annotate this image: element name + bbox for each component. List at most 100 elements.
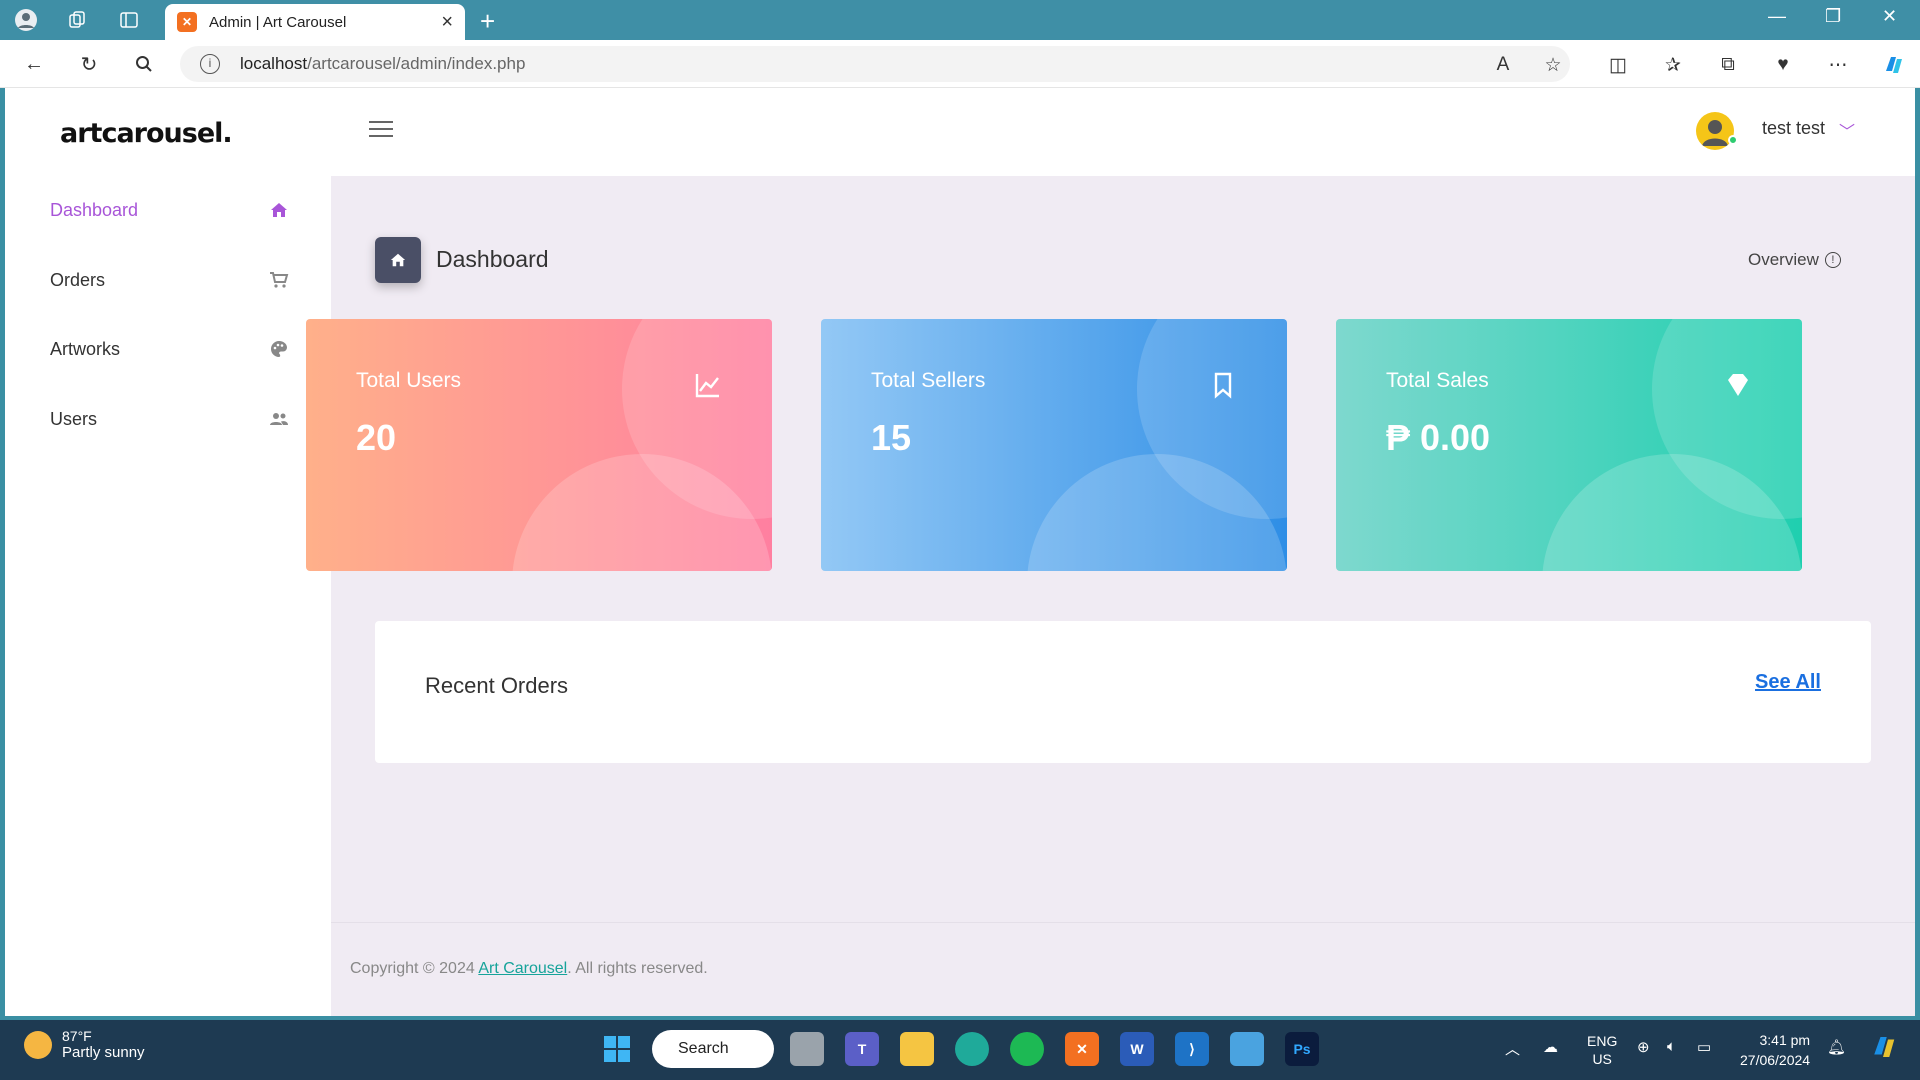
footer-link[interactable]: Art Carousel <box>478 960 567 977</box>
footer: Copyright © 2024 Art Carousel. All right… <box>350 960 708 978</box>
split-screen-icon[interactable]: ◫ <box>1605 52 1631 78</box>
profile-icon[interactable] <box>14 8 38 32</box>
close-window-icon[interactable]: ✕ <box>1882 6 1897 27</box>
clock-time: 3:41 pm <box>1759 1032 1811 1048</box>
notifications-icon[interactable]: 🔔︎ <box>1827 1038 1846 1056</box>
notepad-icon[interactable] <box>1230 1032 1264 1066</box>
tab-actions-icon[interactable] <box>117 8 141 32</box>
footer-divider <box>331 922 1915 923</box>
onedrive-icon[interactable]: ☁ <box>1543 1038 1558 1056</box>
web-page: artcarousel. Dashboard Orders Artworks U… <box>5 88 1915 1016</box>
recent-orders-title: Recent Orders <box>425 673 569 698</box>
card-label: Total Sales <box>1386 369 1489 392</box>
taskbar: 87°F Partly sunny Search T ✕ W ⟩ Ps ︿ ☁ … <box>0 1020 1920 1080</box>
minimize-icon[interactable]: — <box>1768 6 1786 27</box>
overview-label: Overview <box>1748 250 1819 269</box>
bookmark-icon <box>1209 371 1237 399</box>
tab-title: Admin | Art Carousel <box>209 13 347 31</box>
card-value: 15 <box>871 417 912 458</box>
favorite-star-icon[interactable]: ☆ <box>1540 52 1566 78</box>
top-header: test test ﹀ <box>331 88 1915 176</box>
browser-essentials-icon[interactable]: ♥ <box>1770 52 1796 78</box>
sidebar-item-label: Artworks <box>50 338 121 359</box>
weather-desc: Partly sunny <box>62 1044 145 1061</box>
clock[interactable]: 3:41 pm 27/06/2024 <box>1740 1030 1810 1070</box>
weather-temp: 87°F <box>62 1028 92 1044</box>
sidebar-item-dashboard[interactable]: Dashboard <box>50 190 290 230</box>
page-title: Dashboard <box>436 246 549 272</box>
lang-bottom: US <box>1592 1051 1612 1067</box>
restore-icon[interactable]: ❐ <box>1825 6 1841 27</box>
address-bar-row: ← ↻ i localhost/artcarousel/admin/index.… <box>0 40 1920 88</box>
workspaces-icon[interactable] <box>65 8 89 32</box>
sidebar-item-users[interactable]: Users <box>50 399 290 439</box>
refresh-icon[interactable]: ↻ <box>75 50 103 78</box>
users-icon <box>268 408 290 430</box>
logo[interactable]: artcarousel. <box>60 118 233 149</box>
info-icon: ! <box>1824 252 1841 268</box>
tab-close-icon[interactable]: × <box>441 11 453 34</box>
chevron-down-icon[interactable]: ﹀ <box>1839 118 1855 142</box>
home-icon <box>268 199 290 221</box>
card-label: Total Sellers <box>871 369 986 392</box>
url-input[interactable]: i localhost/artcarousel/admin/index.php <box>180 46 1570 82</box>
overview-link[interactable]: Overview ! <box>1748 250 1841 270</box>
edge-icon[interactable] <box>955 1032 989 1066</box>
language-indicator[interactable]: ENG US <box>1587 1032 1617 1068</box>
back-icon[interactable]: ← <box>20 50 48 78</box>
battery-icon[interactable]: ▭ <box>1697 1038 1711 1056</box>
read-aloud-icon[interactable]: A <box>1490 52 1516 78</box>
sidebar-item-label: Users <box>50 408 98 429</box>
avatar[interactable] <box>1696 112 1734 150</box>
word-icon[interactable]: W <box>1120 1032 1154 1066</box>
sidebar-item-label: Orders <box>50 269 106 290</box>
url-host: localhost <box>240 54 308 73</box>
copilot-taskbar-icon[interactable] <box>1868 1032 1898 1066</box>
new-tab-icon[interactable]: + <box>480 6 495 37</box>
card-value: 20 <box>356 417 397 458</box>
partly-sunny-icon <box>24 1030 52 1059</box>
favorites-icon[interactable]: ✰ <box>1660 52 1686 78</box>
weather-widget[interactable]: 87°F Partly sunny <box>24 1028 145 1061</box>
teams-icon[interactable]: T <box>845 1032 879 1066</box>
vscode-icon[interactable]: ⟩ <box>1175 1032 1209 1066</box>
cart-icon <box>268 269 290 291</box>
photoshop-icon[interactable]: Ps <box>1285 1032 1319 1066</box>
menu-toggle-icon[interactable] <box>369 121 393 139</box>
palette-icon <box>268 338 290 360</box>
lang-top: ENG <box>1587 1033 1618 1049</box>
collections-icon[interactable]: ⧉ <box>1715 52 1741 78</box>
browser-tab-bar: ✕ Admin | Art Carousel × + — ❐ ✕ <box>0 0 1920 40</box>
copilot-icon[interactable] <box>1880 52 1906 78</box>
footer-prefix: Copyright © 2024 <box>350 960 479 977</box>
url-path: /artcarousel/admin/index.php <box>307 54 526 73</box>
stat-card-total-sellers: Total Sellers 15 <box>821 319 1287 571</box>
browser-tab-active[interactable]: ✕ Admin | Art Carousel × <box>165 4 465 40</box>
network-icon[interactable]: ⊕ <box>1637 1038 1650 1056</box>
more-options-icon[interactable]: ⋯ <box>1825 52 1851 78</box>
task-view-icon[interactable] <box>790 1032 824 1066</box>
search-icon[interactable] <box>130 50 158 78</box>
sidebar-item-artworks[interactable]: Artworks <box>50 329 290 369</box>
diamond-icon <box>1724 371 1752 399</box>
taskbar-search[interactable]: Search <box>652 1030 774 1068</box>
sidebar-item-orders[interactable]: Orders <box>50 260 290 300</box>
start-icon[interactable] <box>600 1032 634 1066</box>
spotify-icon[interactable] <box>1010 1032 1044 1066</box>
online-status-dot <box>1728 135 1738 145</box>
card-label: Total Users <box>356 369 462 392</box>
user-name[interactable]: test test <box>1762 118 1825 139</box>
clock-date: 27/06/2024 <box>1740 1052 1811 1068</box>
file-explorer-icon[interactable] <box>900 1032 934 1066</box>
card-value: ₱ 0.00 <box>1386 417 1491 458</box>
chart-line-icon <box>694 371 722 399</box>
volume-icon[interactable]: 🔈︎ <box>1667 1038 1676 1055</box>
tray-overflow-icon[interactable]: ︿ <box>1505 1038 1520 1059</box>
site-info-icon[interactable]: i <box>200 54 220 74</box>
taskbar-search-label: Search <box>678 1040 729 1057</box>
xampp-icon[interactable]: ✕ <box>1065 1032 1099 1066</box>
footer-suffix: . All rights reserved. <box>567 960 708 977</box>
see-all-link[interactable]: See All <box>1755 671 1821 694</box>
sidebar: artcarousel. Dashboard Orders Artworks U… <box>5 88 331 1016</box>
page-title-home-icon <box>375 237 421 283</box>
